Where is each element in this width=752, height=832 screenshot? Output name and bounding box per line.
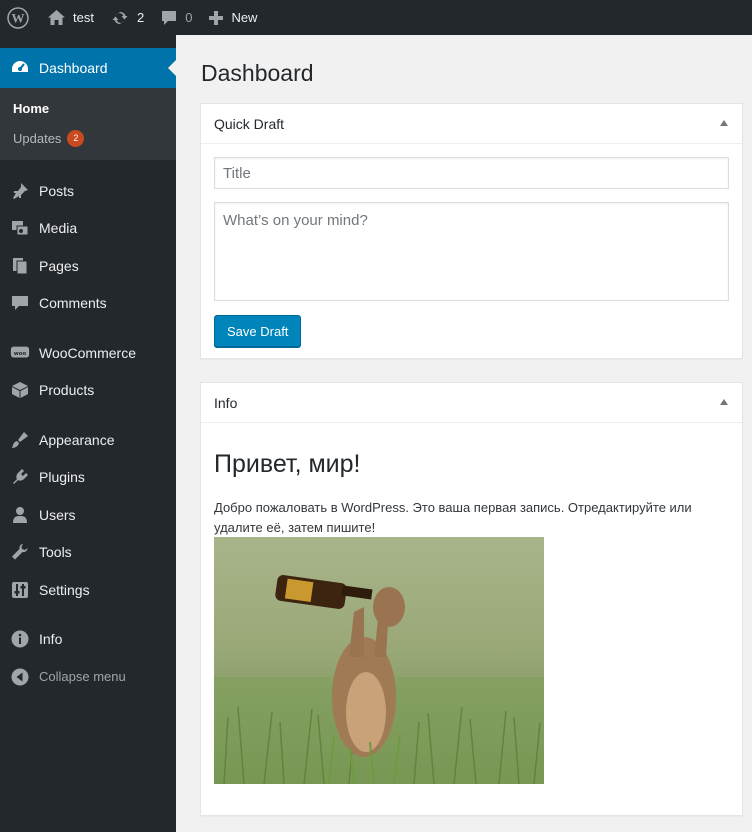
post-excerpt: Добро пожаловать в WordPress. Это ваша п…	[214, 500, 692, 535]
quick-draft-heading: Quick Draft	[214, 115, 285, 132]
admin-menu: Dashboard Home Updates 2 Posts Media Pag…	[0, 35, 176, 832]
plugin-icon	[10, 467, 30, 487]
home-icon	[48, 10, 65, 25]
submenu-label-updates: Updates	[13, 130, 62, 146]
svg-text:W: W	[12, 10, 25, 25]
collapse-menu-button[interactable]: Collapse menu	[0, 658, 176, 696]
menu-label-collapse: Collapse menu	[39, 669, 126, 685]
menu-item-pages[interactable]: Pages	[0, 247, 176, 285]
submenu-label-home: Home	[13, 100, 50, 116]
menu-item-tools[interactable]: Tools	[0, 534, 176, 572]
menu-item-comments[interactable]: Comments	[0, 285, 176, 323]
menu-item-settings[interactable]: Settings	[0, 571, 176, 609]
info-widget: Info Привет, мир! Добро пожаловать в Wor…	[200, 382, 743, 816]
dashboard-icon	[10, 58, 30, 78]
settings-icon	[10, 580, 30, 600]
collapse-toggle-icon[interactable]	[720, 399, 728, 405]
menu-label-pages: Pages	[39, 257, 79, 274]
quick-draft-header[interactable]: Quick Draft	[201, 104, 742, 144]
updates-link[interactable]: 2	[102, 0, 152, 35]
save-draft-button[interactable]: Save Draft	[214, 315, 302, 347]
media-icon	[10, 218, 30, 238]
comment-bubble-icon	[162, 10, 177, 25]
new-content-link[interactable]: New	[200, 0, 265, 35]
draft-title-input[interactable]	[214, 157, 729, 189]
menu-item-plugins[interactable]: Plugins	[0, 459, 176, 497]
pages-icon	[10, 256, 30, 276]
wordpress-logo-menu[interactable]: W	[0, 0, 39, 35]
submenu-item-updates[interactable]: Updates 2	[0, 123, 176, 153]
svg-text:woo: woo	[14, 351, 27, 357]
pin-icon	[10, 181, 30, 201]
post-image	[214, 537, 544, 784]
info-header[interactable]: Info	[201, 383, 742, 423]
plus-icon	[209, 10, 224, 25]
users-icon	[10, 505, 30, 525]
menu-item-appearance[interactable]: Appearance	[0, 421, 176, 459]
menu-item-users[interactable]: Users	[0, 496, 176, 534]
page-title: Dashboard	[201, 60, 314, 86]
updates-badge: 2	[67, 129, 85, 147]
menu-item-products[interactable]: Products	[0, 372, 176, 410]
submenu-item-home[interactable]: Home	[0, 93, 176, 123]
menu-label-plugins: Plugins	[39, 469, 85, 486]
menu-label-dashboard: Dashboard	[39, 60, 108, 76]
woocommerce-icon: woo	[10, 343, 30, 363]
menu-item-media[interactable]: Media	[0, 210, 176, 248]
info-icon	[10, 629, 30, 649]
menu-label-appearance: Appearance	[39, 431, 115, 448]
dashboard-submenu: Home Updates 2	[0, 88, 176, 160]
admin-bar: W test 2 0 New	[0, 0, 752, 35]
menu-label-tools: Tools	[39, 544, 72, 561]
comments-count: 0	[185, 10, 193, 25]
comments-icon	[10, 293, 30, 313]
menu-label-settings: Settings	[39, 581, 90, 598]
site-name-link[interactable]: test	[39, 0, 102, 35]
draft-content-textarea[interactable]	[214, 202, 729, 301]
products-icon	[10, 380, 30, 400]
info-heading: Info	[214, 394, 238, 411]
menu-label-posts: Posts	[39, 182, 75, 199]
menu-item-dashboard[interactable]: Dashboard	[0, 48, 176, 88]
wrench-icon	[10, 542, 30, 562]
post-title: Привет, мир!	[214, 450, 361, 478]
site-name: test	[73, 10, 94, 25]
updates-icon	[112, 11, 128, 24]
menu-label-comments: Comments	[39, 295, 107, 312]
updates-count: 2	[136, 10, 145, 25]
main-content: Dashboard Quick Draft Save Draft Info Пр…	[176, 35, 752, 832]
menu-label-media: Media	[39, 220, 78, 237]
menu-item-woocommerce[interactable]: woo WooCommerce	[0, 334, 176, 372]
brush-icon	[10, 430, 30, 450]
wordpress-logo-icon: W	[7, 6, 29, 29]
collapse-toggle-icon[interactable]	[720, 120, 728, 126]
collapse-icon	[10, 667, 30, 687]
menu-label-users: Users	[39, 506, 76, 523]
menu-label-info: Info	[39, 631, 63, 648]
quick-draft-widget: Quick Draft Save Draft	[200, 103, 743, 359]
menu-item-posts[interactable]: Posts	[0, 172, 176, 210]
menu-label-products: Products	[39, 382, 95, 399]
comments-link[interactable]: 0	[152, 0, 200, 35]
menu-label-woocommerce: WooCommerce	[39, 344, 136, 361]
menu-item-info[interactable]: Info	[0, 621, 176, 659]
new-label: New	[231, 10, 258, 25]
